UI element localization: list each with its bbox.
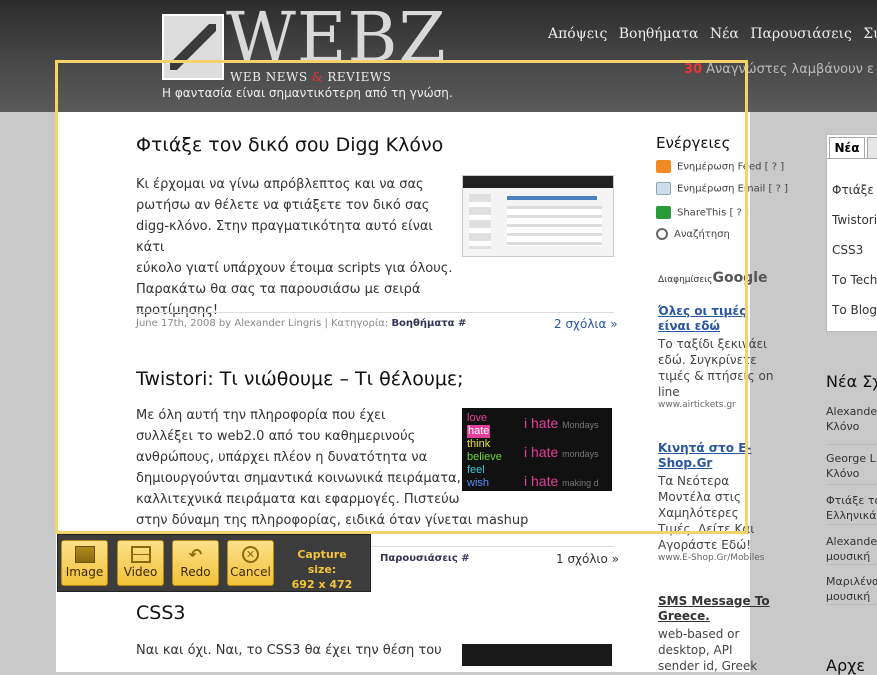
nav-item-parousiaseis[interactable]: Παρουσιάσεις [750, 26, 851, 42]
recent-comment[interactable]: Alexander μουσική [826, 525, 877, 565]
cancel-icon: ✕ [242, 546, 259, 563]
tabbed-box: Νέα Φτιάξε τ Twistori: CSS3 Το Techn Το … [826, 134, 877, 332]
comment-author: Φτιάξε το [826, 494, 877, 507]
redo-label: Redo [180, 565, 211, 579]
comment-author: George L [826, 452, 876, 465]
ad-block: SMS Message To Greece. web-based or desk… [658, 594, 776, 674]
comment-author: Μαριλένα [826, 575, 877, 588]
capture-size-value: 692 x 472 [291, 578, 353, 591]
tab-list-item[interactable]: CSS3 [832, 243, 863, 257]
image-icon [74, 546, 95, 563]
comment-post: Κλόνο [826, 467, 860, 480]
video-label: Video [123, 565, 158, 579]
comment-post: μουσική [826, 550, 871, 563]
divider [370, 546, 614, 547]
recent-comment[interactable]: Φτιάξε το Ελληνικά [826, 485, 877, 525]
nav-item-voithimata[interactable]: Βοηθήματα [619, 26, 699, 42]
comment-post: μουσική [826, 590, 871, 603]
image-label: Image [65, 565, 104, 579]
comment-author: Alexander [826, 405, 877, 418]
comment-author: Alexander [826, 535, 877, 548]
recent-comment[interactable]: Alexander Κλόνο [826, 404, 877, 445]
comment-post: Ελληνικά [826, 509, 877, 522]
tab-underline [827, 158, 877, 159]
cancel-label: Cancel [230, 565, 271, 579]
video-button[interactable]: Video [117, 540, 164, 586]
redo-button[interactable]: ↶ Redo [172, 540, 219, 586]
category-link[interactable]: Παρουσιάσεις # [380, 553, 470, 564]
recent-comments-title: Νέα Σχ [826, 372, 877, 391]
ad-url[interactable]: www.E-Shop.Gr/Mobiles [658, 553, 776, 563]
comment-post: Κλόνο [826, 420, 860, 433]
tab-list-item[interactable]: Το Techn [832, 273, 877, 287]
tab-list-item[interactable]: Twistori: [832, 213, 877, 227]
recent-comment[interactable]: George L Κλόνο [826, 445, 877, 485]
recent-comments-list: Alexander Κλόνο George L Κλόνο Φτιάξε το Ελ… [826, 404, 877, 605]
video-icon [130, 546, 151, 563]
capture-selection-frame[interactable] [55, 60, 748, 534]
excerpt-line: Ναι και όχι. Ναι, το CSS3 θα έχει την θέ… [136, 643, 442, 658]
comments-link[interactable]: 1 σχόλιο » [556, 552, 619, 566]
tab-list-item[interactable]: Το Blog [832, 303, 877, 317]
recent-comment[interactable]: Μαριλένα μουσική [826, 565, 877, 605]
tab-list-item[interactable]: Φτιάξε τ [832, 183, 877, 197]
redo-icon: ↶ [188, 545, 203, 564]
ad-text: web-based or desktop, API sender id, Gre… [658, 627, 758, 673]
top-nav: Απόψεις Βοηθήματα Νέα Παρουσιάσεις Συνεν… [548, 26, 877, 42]
post-title[interactable]: CSS3 [136, 602, 185, 624]
nav-item-synentefxeis[interactable]: Συνεντ [863, 26, 877, 42]
nav-item-nea[interactable]: Νέα [710, 26, 739, 42]
nav-item-apopseis[interactable]: Απόψεις [548, 26, 607, 42]
tab-nea[interactable]: Νέα [829, 137, 865, 158]
ad-title[interactable]: SMS Message To Greece. [658, 594, 776, 624]
post-thumbnail[interactable] [462, 644, 612, 666]
capture-size-label: Capture size: [297, 548, 347, 576]
tab-next[interactable] [867, 137, 877, 159]
post-excerpt: Ναι και όχι. Ναι, το CSS3 θα έχει την θέ… [136, 640, 456, 661]
post-meta: Παρουσιάσεις # [380, 553, 470, 564]
image-button[interactable]: Image [61, 540, 108, 586]
cancel-button[interactable]: ✕ Cancel [227, 540, 274, 586]
capture-size: Capture size: 692 x 472 [282, 547, 362, 592]
